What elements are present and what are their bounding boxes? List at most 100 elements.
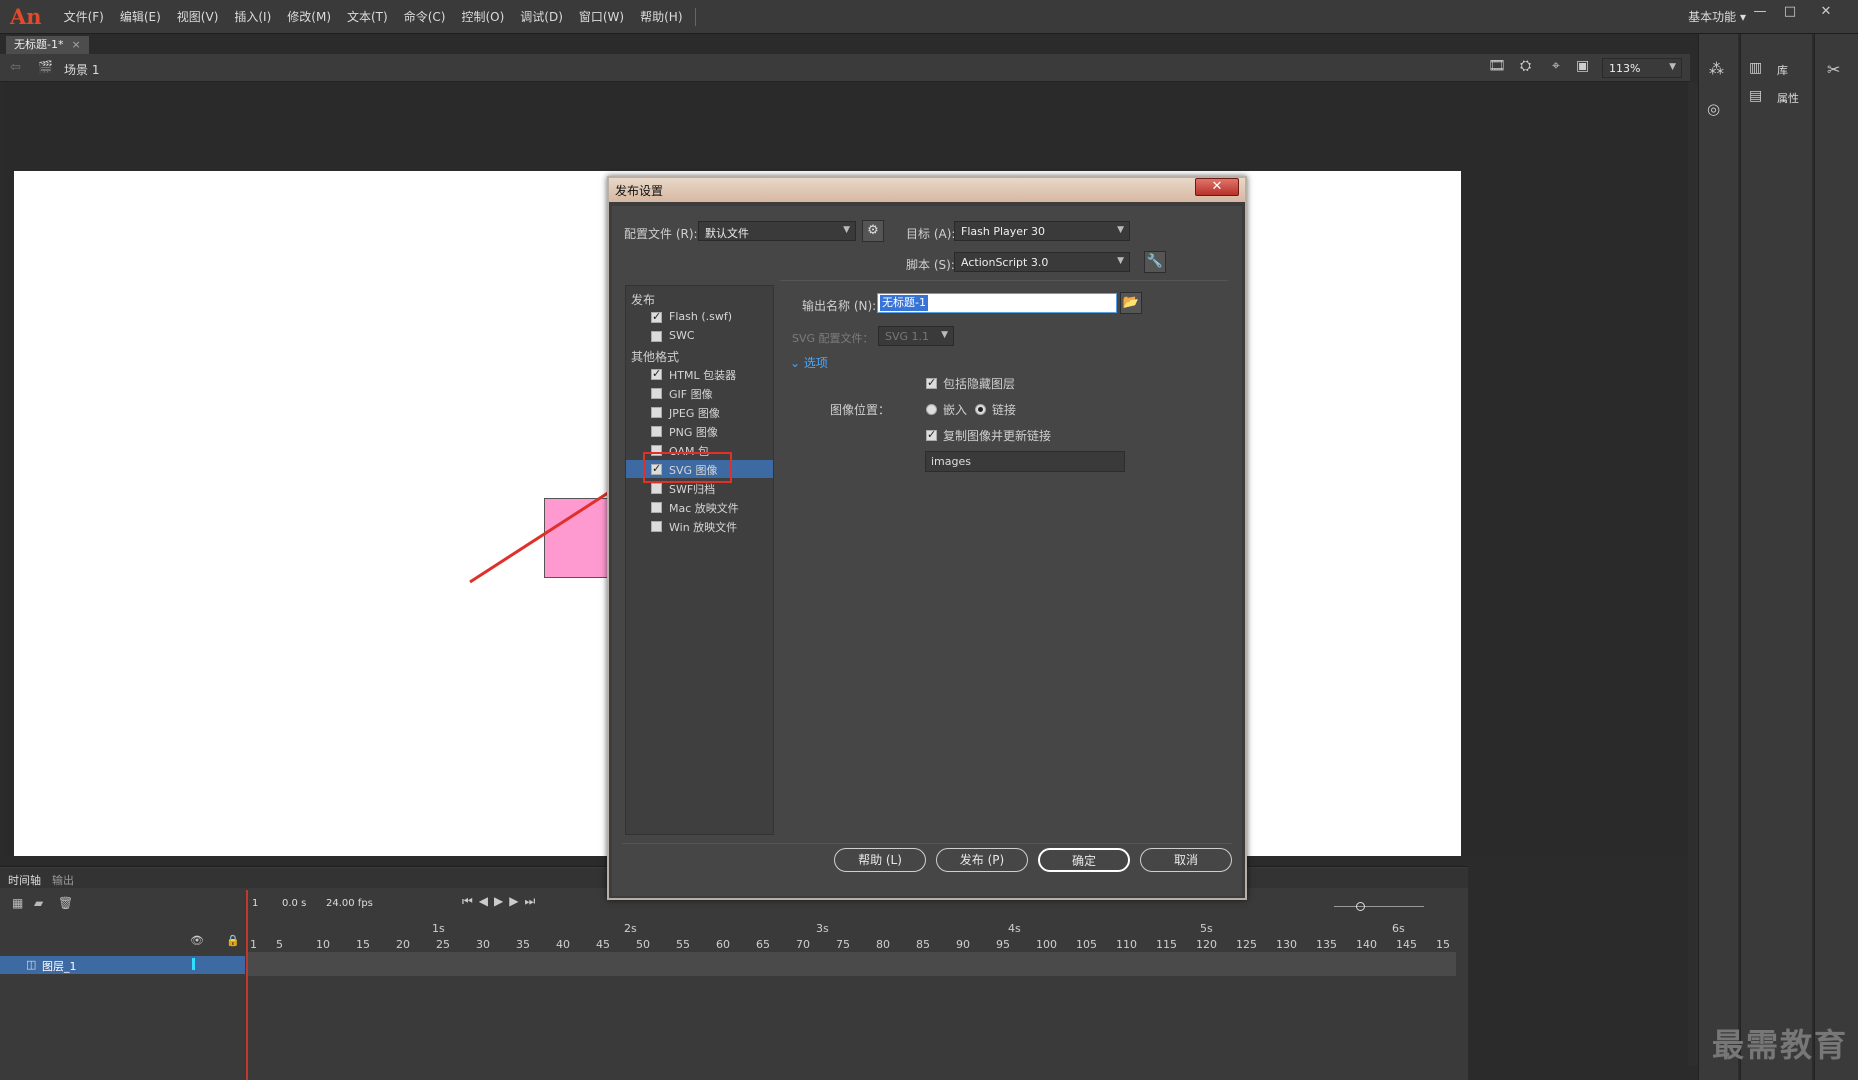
menu-file[interactable]: 文件(F) (56, 0, 112, 34)
include-hidden-checkbox[interactable] (926, 376, 937, 389)
other-item-3-label[interactable]: PNG 图像 (669, 424, 718, 440)
close-window-button[interactable]: ✕ (1812, 0, 1840, 26)
menu-view[interactable]: 视图(V) (169, 0, 227, 34)
menu-window[interactable]: 窗口(W) (571, 0, 632, 34)
other-item-2-label[interactable]: JPEG 图像 (669, 405, 720, 421)
other-item-6-label[interactable]: SWF归档 (669, 481, 715, 497)
frame-tick-label: 50 (636, 938, 650, 951)
elapsed-time[interactable]: 0.0 s (282, 898, 306, 909)
dialog-close-button[interactable]: ✕ (1195, 178, 1239, 196)
workspace-switcher[interactable]: 基本功能 ▾ (1688, 8, 1746, 25)
ok-button[interactable]: 确定 (1038, 848, 1130, 872)
profile-select[interactable]: 默认文件 ▼ (698, 221, 856, 241)
menu-text[interactable]: 文本(T) (339, 0, 396, 34)
other-item-8-checkbox[interactable] (651, 521, 662, 532)
embed-label: 嵌入 (943, 403, 968, 417)
maximize-button[interactable]: □ (1776, 0, 1804, 26)
other-item-3-checkbox[interactable] (651, 426, 662, 437)
menu-divider (694, 7, 696, 26)
playhead[interactable] (246, 890, 248, 1080)
frame-tick-label: 120 (1196, 938, 1217, 951)
second-marker: 2s (624, 922, 637, 935)
other-item-2-checkbox[interactable] (651, 407, 662, 418)
target-select[interactable]: Flash Player 30 ▼ (954, 221, 1130, 241)
watermark: 最需教育 (1711, 1026, 1848, 1064)
publish-item-0-checkbox[interactable] (651, 310, 662, 323)
visibility-icon[interactable]: 👁 (190, 934, 204, 947)
other-item-0-label[interactable]: HTML 包装器 (669, 367, 736, 383)
other-item-8-label[interactable]: Win 放映文件 (669, 519, 737, 535)
tools-icon[interactable]: ✂ (1827, 60, 1840, 79)
layer-color-marker (192, 958, 195, 970)
cc-libraries-icon[interactable]: ◎ (1707, 100, 1720, 118)
clip-icon[interactable]: ▣ (1576, 58, 1589, 74)
menu-insert[interactable]: 插入(I) (226, 0, 279, 34)
layer-row[interactable]: ◫ 图层_1 (0, 956, 245, 974)
frame-tick-label: 145 (1396, 938, 1417, 951)
other-item-1-label[interactable]: GIF 图像 (669, 386, 713, 402)
menu-edit[interactable]: 编辑(E) (112, 0, 169, 34)
library-tab[interactable]: 库 (1777, 62, 1788, 78)
layer-name[interactable]: 图层_1 (42, 958, 77, 974)
tab-output[interactable]: 输出 (52, 872, 74, 888)
back-arrow-icon[interactable]: ⇦ (10, 60, 21, 75)
profile-value: 默认文件 (705, 227, 749, 240)
frames-track[interactable] (248, 952, 1456, 976)
menu-commands[interactable]: 命令(C) (396, 0, 454, 34)
publish-item-1-label[interactable]: SWC (669, 329, 695, 342)
menu-modify[interactable]: 修改(M) (279, 0, 339, 34)
target-value: Flash Player 30 (961, 225, 1046, 238)
close-tab-icon[interactable]: × (71, 38, 80, 51)
svg-profile-value: SVG 1.1 (885, 330, 930, 343)
output-name-selection: 无标题-1 (880, 295, 928, 311)
document-tab[interactable]: 无标题-1* × (6, 36, 89, 54)
menu-control[interactable]: 控制(O) (453, 0, 512, 34)
current-frame[interactable]: 1 (252, 898, 258, 909)
frame-tick-label: 35 (516, 938, 530, 951)
menu-help[interactable]: 帮助(H) (632, 0, 690, 34)
dialog-titlebar[interactable]: 发布设置 (609, 178, 1245, 202)
playback-controls[interactable]: ⏮◀▶▶⏭ (462, 894, 541, 909)
cancel-button[interactable]: 取消 (1140, 848, 1232, 872)
zoom-select[interactable]: 113% ▼ (1602, 58, 1682, 78)
other-item-6-checkbox[interactable] (651, 483, 662, 494)
other-item-0-checkbox[interactable] (651, 367, 662, 380)
publish-item-0-label[interactable]: Flash (.swf) (669, 310, 732, 323)
edit-symbol-icon[interactable]: ⛭ (1520, 58, 1531, 74)
menu-bar: An 文件(F) 编辑(E) 视图(V) 插入(I) 修改(M) 文本(T) 命… (0, 0, 1858, 34)
other-item-7-checkbox[interactable] (651, 502, 662, 513)
minimize-button[interactable]: — (1746, 0, 1774, 26)
frame-rate[interactable]: 24.00 fps (326, 898, 373, 909)
browse-folder-button[interactable]: 📂 (1120, 292, 1142, 314)
publish-item-1-checkbox[interactable] (651, 331, 662, 342)
new-folder-icon[interactable]: ▰ (34, 896, 43, 910)
lock-icon[interactable]: 🔒 (226, 934, 240, 947)
assets-icon[interactable]: ⁂ (1709, 60, 1724, 78)
properties-tab[interactable]: 属性 (1777, 90, 1799, 106)
options-toggle[interactable]: ⌄ 选项 (790, 354, 828, 371)
zoom-slider[interactable] (1334, 906, 1424, 907)
embed-radio[interactable] (926, 404, 937, 415)
script-select[interactable]: ActionScript 3.0 ▼ (954, 252, 1130, 272)
annotation-arrow-line (469, 478, 629, 584)
images-folder-input[interactable] (925, 451, 1125, 472)
link-radio[interactable] (975, 404, 986, 415)
copy-images-checkbox[interactable] (926, 428, 937, 441)
menu-debug[interactable]: 调试(D) (512, 0, 571, 34)
chevron-down-icon: ▼ (1117, 256, 1124, 266)
other-item-1-checkbox[interactable] (651, 388, 662, 399)
frame-tick-label: 65 (756, 938, 770, 951)
publish-button[interactable]: 发布 (P) (936, 848, 1028, 872)
delete-icon[interactable]: 🗑 (58, 896, 73, 910)
zoom-slider-handle[interactable] (1356, 902, 1365, 911)
script-settings-button[interactable]: 🔧 (1144, 251, 1166, 273)
center-stage-icon[interactable]: ⌖ (1552, 58, 1560, 74)
target-label: 目标 (A): (906, 227, 956, 241)
profile-gear-button[interactable]: ⚙ (862, 220, 884, 242)
help-button[interactable]: 帮助 (L) (834, 848, 926, 872)
new-layer-icon[interactable]: ▦ (12, 896, 23, 910)
other-formats-header: 其他格式 (631, 350, 680, 364)
edit-scene-icon[interactable]: 🎞 (1488, 58, 1506, 74)
tab-timeline[interactable]: 时间轴 (8, 872, 41, 888)
other-item-7-label[interactable]: Mac 放映文件 (669, 500, 739, 516)
